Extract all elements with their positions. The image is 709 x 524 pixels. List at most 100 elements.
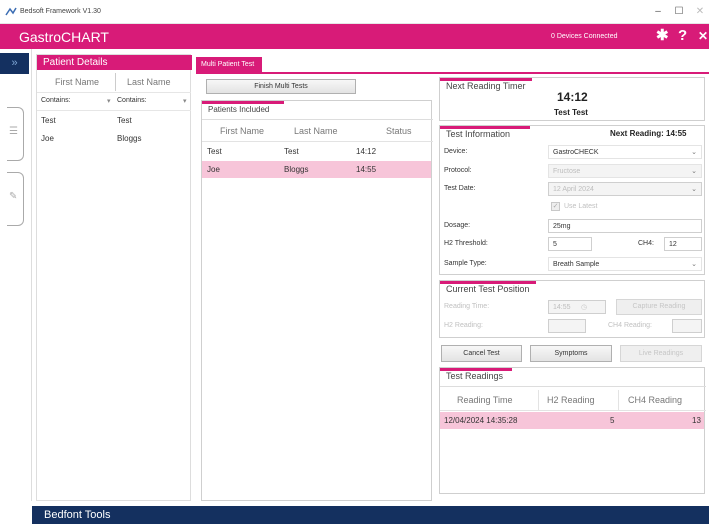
next-reading-timer-panel: Next Reading Timer 14:12 Test Test	[439, 77, 705, 121]
filter-icon[interactable]: ▾	[183, 97, 187, 105]
test-information-title: Test Information	[446, 129, 511, 139]
list-icon: ☰	[9, 126, 18, 137]
column-header-reading-time[interactable]: Reading Time	[457, 395, 513, 405]
patient-last-name[interactable]: Test	[117, 116, 132, 125]
ch4-reading-input[interactable]	[672, 319, 702, 333]
row-first-name[interactable]: Test	[207, 147, 222, 156]
patient-last-name[interactable]: Bloggs	[117, 134, 141, 143]
column-header-status[interactable]: Status	[386, 126, 412, 136]
patients-included-panel: Patients Included First Name Last Name S…	[201, 100, 433, 501]
selected-row-highlight[interactable]	[202, 161, 431, 178]
first-name-filter[interactable]: Contains:	[41, 97, 71, 104]
patient-first-name[interactable]: Joe	[41, 134, 54, 143]
h2-reading-input[interactable]	[548, 319, 586, 333]
finish-multi-tests-button[interactable]: Finish Multi Tests	[206, 79, 356, 94]
column-header-first-name[interactable]: First Name	[220, 126, 264, 136]
maximize-button[interactable]: ☐	[672, 6, 686, 18]
side-tab-list[interactable]: ☰	[7, 107, 24, 161]
side-tab-edit[interactable]: ✎	[7, 172, 24, 226]
chevron-right-icon: »	[11, 57, 18, 69]
tab-multi-patient-test[interactable]: Multi Patient Test	[196, 57, 262, 72]
reading-time-label: Reading Time:	[444, 303, 490, 310]
patient-details-panel: Patient Details First Name Last Name Con…	[36, 54, 192, 501]
filter-icon[interactable]: ▾	[107, 97, 111, 105]
h2-reading-cell[interactable]: 5	[610, 416, 614, 425]
protocol-label: Protocol:	[444, 167, 472, 174]
column-header-first-name[interactable]: First Name	[55, 77, 99, 87]
row-last-name[interactable]: Test	[284, 147, 299, 156]
time-spinner-icon[interactable]: ◷	[581, 301, 587, 314]
minimize-button[interactable]: –	[651, 6, 665, 18]
protocol-select[interactable]: Fructose ⌄	[548, 164, 702, 178]
row-first-name[interactable]: Joe	[207, 165, 220, 174]
device-value: GastroCHECK	[553, 149, 599, 156]
divider	[202, 119, 433, 120]
divider	[440, 386, 706, 387]
next-reading-label: Next Reading: 14:55	[610, 129, 687, 138]
column-header-last-name[interactable]: Last Name	[294, 126, 338, 136]
help-icon[interactable]: ?	[678, 27, 687, 45]
use-latest-checkbox[interactable]: ✓	[551, 202, 560, 211]
footer-bar: Bedfont Tools	[32, 506, 709, 524]
test-date-picker[interactable]: 12 April 2024 ⌄	[548, 182, 702, 196]
column-header-last-name[interactable]: Last Name	[127, 77, 171, 87]
capture-reading-button[interactable]: Capture Reading	[616, 299, 702, 315]
window-title: Bedsoft Framework V1.30	[20, 8, 101, 15]
settings-gear-icon[interactable]: ✱	[656, 27, 669, 45]
devices-status[interactable]: 0 Devices Connected	[551, 33, 618, 40]
cancel-test-button[interactable]: Cancel Test	[441, 345, 522, 362]
chevron-down-icon: ⌄	[691, 168, 697, 175]
column-divider	[618, 390, 619, 410]
section-accent	[202, 101, 284, 104]
timer-patient-name: Test Test	[554, 108, 588, 117]
dosage-label: Dosage:	[444, 222, 471, 229]
live-readings-button[interactable]: Live Readings	[620, 345, 702, 362]
app-header: GastroCHART 0 Devices Connected ✱ ? ✕	[0, 24, 709, 49]
ch4-reading-label: CH4 Reading:	[608, 322, 652, 329]
last-name-filter[interactable]: Contains:	[117, 97, 147, 104]
close-app-icon[interactable]: ✕	[698, 27, 708, 45]
tab-underline	[196, 72, 709, 74]
divider	[440, 410, 706, 411]
symptoms-button[interactable]: Symptoms	[530, 345, 612, 362]
collapse-panel-button[interactable]: »	[0, 53, 29, 74]
timer-time: 14:12	[557, 90, 588, 104]
patient-details-title: Patient Details	[37, 55, 192, 70]
timer-title: Next Reading Timer	[446, 81, 526, 91]
column-header-h2-reading[interactable]: H2 Reading	[547, 395, 595, 405]
h2-threshold-label: H2 Threshold:	[444, 240, 488, 247]
ch4-threshold-input[interactable]: 12	[664, 237, 702, 251]
sample-type-select[interactable]: Breath Sample ⌄	[548, 257, 702, 271]
test-readings-title: Test Readings	[446, 371, 504, 381]
reading-time-input[interactable]: 14:55 ◷	[548, 300, 606, 314]
test-date-value: 12 April 2024	[553, 186, 594, 193]
app-logo-icon	[5, 7, 17, 16]
chevron-down-icon: ⌄	[691, 186, 697, 193]
device-select[interactable]: GastroCHECK ⌄	[548, 145, 702, 159]
close-window-button[interactable]: ✕	[693, 6, 707, 18]
h2-threshold-input[interactable]: 5	[548, 237, 592, 251]
row-status[interactable]: 14:12	[356, 147, 376, 156]
ch4-label: CH4:	[638, 240, 654, 247]
current-test-position-panel: Current Test Position Reading Time: 14:5…	[439, 280, 705, 338]
divider	[202, 141, 433, 142]
header-divider	[37, 92, 191, 93]
chevron-down-icon: ⌄	[691, 149, 697, 156]
h2-reading-label: H2 Reading:	[444, 322, 483, 329]
row-last-name[interactable]: Bloggs	[284, 165, 308, 174]
footer-title[interactable]: Bedfont Tools	[44, 509, 110, 521]
sample-type-label: Sample Type:	[444, 260, 487, 267]
patient-first-name[interactable]: Test	[41, 116, 56, 125]
ch4-reading-cell[interactable]: 13	[692, 416, 701, 425]
test-readings-panel: Test Readings Reading Time H2 Reading CH…	[439, 367, 706, 494]
test-information-panel: Test Information Next Reading: 14:55 Dev…	[439, 125, 705, 275]
column-divider	[538, 390, 539, 410]
row-status[interactable]: 14:55	[356, 165, 376, 174]
use-latest-label: Use Latest	[564, 203, 598, 210]
dosage-input[interactable]: 25mg	[548, 219, 702, 233]
edit-icon: ✎	[9, 191, 18, 202]
protocol-value: Fructose	[553, 168, 581, 175]
column-header-ch4-reading[interactable]: CH4 Reading	[628, 395, 682, 405]
device-label: Device:	[444, 148, 468, 155]
reading-time-cell[interactable]: 12/04/2024 14:35:28	[444, 416, 517, 425]
